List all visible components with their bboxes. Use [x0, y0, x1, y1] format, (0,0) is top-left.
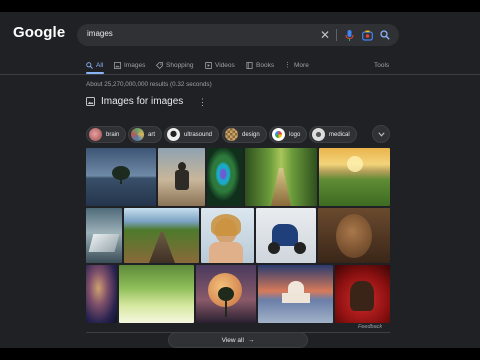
image-result-man-field[interactable] [158, 148, 205, 206]
view-all-label: View all [221, 336, 244, 344]
chip-label: ultrasound [184, 131, 213, 138]
chip-label: logo [289, 131, 301, 138]
tab-label: Images [124, 61, 146, 69]
chips-expand-button[interactable] [372, 125, 390, 143]
chip-label: design [242, 131, 260, 138]
image-result-hands-red[interactable] [335, 265, 390, 323]
image-result-taj-mahal[interactable] [258, 265, 333, 323]
camera-lens-icon[interactable] [360, 28, 374, 42]
clear-icon[interactable]: ✕ [318, 28, 332, 42]
result-stats: About 25,270,000,000 results (0.32 secon… [86, 81, 212, 88]
chip-thumbnail [272, 128, 285, 141]
tools-label: Tools [374, 61, 390, 69]
chip-medical[interactable]: medical [309, 126, 357, 143]
tab-shopping[interactable]: Shopping [156, 57, 193, 73]
image-result-railway-track[interactable] [124, 208, 199, 263]
image-result-forest-path[interactable] [245, 148, 317, 206]
more-options-icon[interactable]: ⋮ [198, 97, 207, 108]
tab-label: All [96, 61, 104, 69]
search-tabs: All Images Shopping Videos Books ⋮ More … [86, 57, 480, 73]
browser-page: Google images ✕ All Images Shopping Vide… [0, 12, 480, 348]
chip-thumbnail [167, 128, 180, 141]
tools-button[interactable]: Tools [374, 57, 389, 73]
chip-brain[interactable]: brain [86, 126, 127, 143]
chevron-down-icon [377, 131, 385, 137]
image-result-tree-reflection[interactable] [86, 148, 156, 206]
search-icon[interactable] [378, 28, 392, 42]
image-icon [114, 61, 121, 69]
images-section-header: Images for images [86, 96, 183, 107]
view-all-button[interactable]: View all → [168, 332, 308, 348]
image-result-sunset-hills[interactable] [319, 148, 390, 206]
image-result-woman-portrait[interactable] [201, 208, 254, 263]
arrow-right-icon: → [247, 336, 255, 344]
section-title: Images for images [101, 96, 184, 107]
image-result-sculpture-head[interactable] [318, 208, 390, 263]
tab-label: Videos [215, 61, 235, 69]
image-result-tree-planet[interactable] [196, 265, 256, 323]
image-result-scooter[interactable] [256, 208, 316, 263]
microphone-icon[interactable] [342, 28, 356, 42]
image-result-nebula[interactable] [86, 265, 117, 323]
search-bar[interactable]: images ✕ [77, 24, 399, 46]
chip-ultrasound[interactable]: ultrasound [164, 126, 220, 143]
play-icon [205, 61, 212, 69]
chip-thumbnail [131, 128, 144, 141]
image-result-flower-meadow[interactable] [119, 265, 194, 323]
tag-icon [156, 61, 163, 69]
tab-all[interactable]: All [86, 57, 103, 73]
tab-images[interactable]: Images [114, 57, 145, 73]
tab-label: Books [256, 61, 275, 69]
chip-art[interactable]: art [128, 126, 163, 143]
search-input[interactable]: images [87, 29, 113, 38]
divider [336, 29, 337, 41]
chip-label: brain [106, 131, 120, 138]
book-icon [246, 61, 253, 69]
divider [0, 74, 480, 75]
tab-more[interactable]: ⋮ More [284, 57, 309, 73]
more-vert-icon: ⋮ [284, 62, 291, 69]
tab-label: More [294, 61, 309, 69]
chip-thumbnail [89, 128, 102, 141]
chip-label: art [148, 131, 156, 138]
feedback-link[interactable]: Feedback [358, 324, 382, 330]
image-icon [86, 97, 95, 106]
chip-logo[interactable]: logo [269, 126, 308, 143]
google-logo[interactable]: Google [13, 24, 65, 41]
chip-label: medical [329, 131, 350, 138]
image-result-book-pages[interactable] [86, 208, 122, 263]
search-icon [86, 61, 93, 69]
tab-videos[interactable]: Videos [205, 57, 235, 73]
chip-thumbnail [312, 128, 325, 141]
image-result-peacock-feather[interactable] [207, 148, 243, 206]
tab-books[interactable]: Books [246, 57, 274, 73]
image-results-grid [86, 148, 390, 323]
tab-label: Shopping [166, 61, 194, 69]
chip-design[interactable]: design [222, 126, 267, 143]
chip-thumbnail [225, 128, 238, 141]
